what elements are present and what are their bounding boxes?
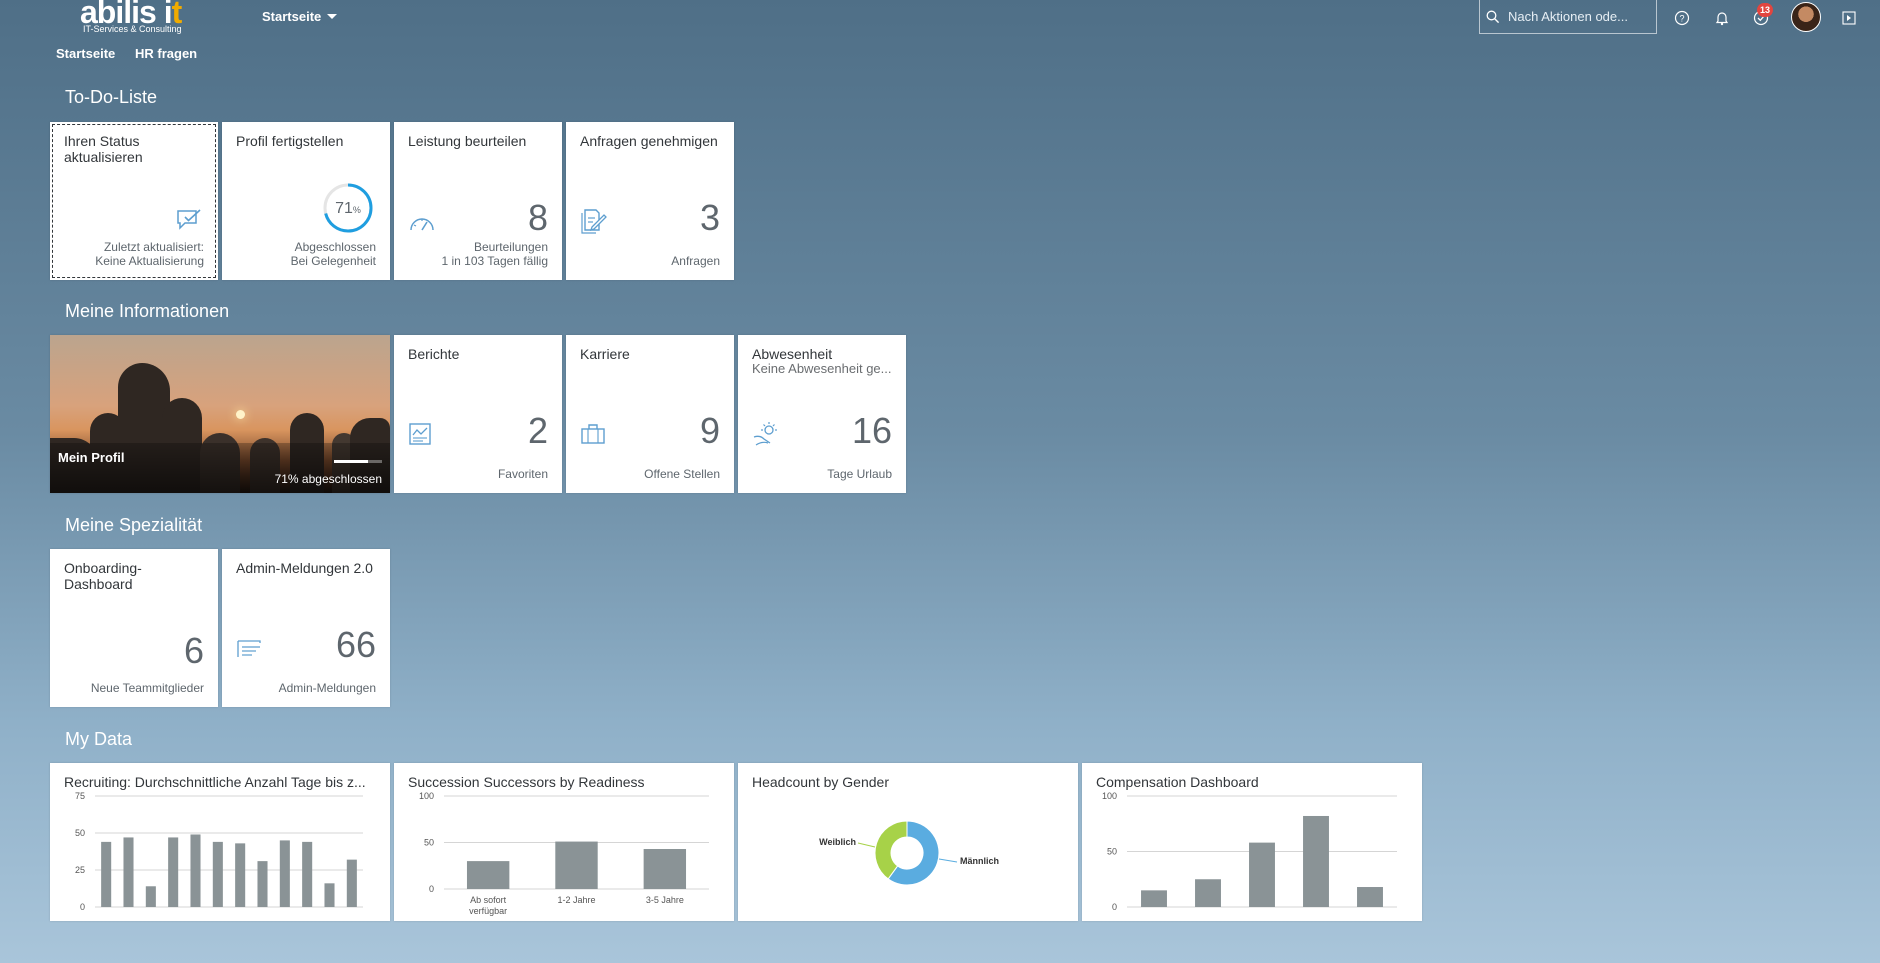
sunset-image xyxy=(236,410,245,419)
notification-badge: 13 xyxy=(1757,3,1773,17)
report-icon xyxy=(409,423,431,445)
tile-my-profile[interactable]: Mein Profil 71% abgeschlossen xyxy=(50,335,390,493)
app-title-menu[interactable]: Startseite xyxy=(262,9,338,24)
bar xyxy=(346,859,357,907)
tile-approve-requests[interactable]: Anfragen genehmigen 3 Anfragen xyxy=(566,122,734,280)
company-logo-subtitle: IT-Services & Consulting xyxy=(83,24,182,34)
tile-count: 3 xyxy=(699,197,720,238)
bar xyxy=(555,841,598,889)
section-title-specialty: Meine Spezialität xyxy=(65,515,203,535)
chart-tile-compensation[interactable]: Compensation Dashboard 100 50 0 xyxy=(1082,763,1422,921)
svg-text:?: ? xyxy=(1679,14,1684,24)
nav-link-startseite[interactable]: Startseite xyxy=(56,46,115,61)
bar xyxy=(168,837,179,907)
tile-evaluate-performance[interactable]: Leistung beurteilen 8 Beurteilungen 1 in… xyxy=(394,122,562,280)
recruiting-bar-chart: 75 50 25 0 xyxy=(75,791,363,912)
search-input[interactable] xyxy=(1506,8,1650,25)
y-tick-label: 25 xyxy=(75,865,85,875)
tile-count: 6 xyxy=(183,630,204,671)
message-list-icon xyxy=(237,640,261,657)
chart-tile-headcount-gender[interactable]: Headcount by Gender Weiblich Männlich xyxy=(738,763,1078,921)
profile-progress-value: 71 xyxy=(335,200,353,217)
section-title-my-data: My Data xyxy=(65,729,133,749)
feedback-check-icon xyxy=(177,209,201,230)
succession-bar-chart: 100 50 0 Ab sofortverfügbar 1-2 Jahre 3-5 Jah… xyxy=(419,791,709,916)
bar xyxy=(1249,842,1275,907)
y-tick-label: 100 xyxy=(1102,791,1117,801)
gender-donut-chart: Weiblich Männlich xyxy=(819,820,999,886)
pie-label: Männlich xyxy=(960,856,999,866)
bar xyxy=(466,861,510,889)
speedometer-icon xyxy=(410,218,434,231)
compensation-bar-chart: 100 50 0 xyxy=(1102,791,1397,912)
section-title-info: Meine Informationen xyxy=(65,301,230,321)
bar xyxy=(1195,879,1221,907)
bar xyxy=(101,841,112,907)
bar xyxy=(257,861,268,907)
pie-label: Weiblich xyxy=(819,837,856,847)
section-title-todo: To-Do-Liste xyxy=(65,87,158,107)
document-edit-icon xyxy=(581,209,607,234)
y-tick-label: 75 xyxy=(75,791,85,801)
tile-onboarding-dashboard[interactable]: Onboarding-Dashboard 6 Neue Teammitglied… xyxy=(50,549,218,707)
profile-progress-unit: % xyxy=(352,205,361,215)
y-tick-label: 50 xyxy=(75,828,85,838)
bar xyxy=(279,840,290,907)
tile-admin-messages[interactable]: Admin-Meldungen 2.0 66 Admin-Meldungen xyxy=(222,549,390,707)
chart-tile-recruiting[interactable]: Recruiting: Durchschnittliche Anzahl Tag… xyxy=(50,763,390,921)
tile-absence[interactable]: Abwesenheit Keine Abwesenheit ge... 16 T… xyxy=(738,335,906,493)
chart-tile-succession[interactable]: Succession Successors by Readiness 100 50… xyxy=(394,763,734,921)
x-tick-label: verfügbar xyxy=(469,906,507,916)
bar xyxy=(235,843,246,907)
tile-career[interactable]: Karriere 9 Offene Stellen xyxy=(566,335,734,493)
tile-count: 66 xyxy=(335,624,376,665)
x-tick-label: 3-5 Jahre xyxy=(646,895,684,905)
profile-name: Mein Profil xyxy=(58,450,125,465)
y-tick-label: 0 xyxy=(429,884,434,894)
y-tick-label: 100 xyxy=(419,791,434,801)
bar xyxy=(1303,815,1329,907)
expand-panel-icon[interactable] xyxy=(1840,9,1858,27)
bar xyxy=(302,841,313,907)
tile-complete-profile[interactable]: Profil fertigstellen 71% Abgeschlossen B… xyxy=(222,122,390,280)
tile-reports[interactable]: Berichte 2 Favoriten xyxy=(394,335,562,493)
y-tick-label: 0 xyxy=(80,902,85,912)
tile-count: 16 xyxy=(851,410,892,451)
y-tick-label: 50 xyxy=(1107,847,1117,857)
tile-status-update[interactable]: Ihren Status aktualisieren Zuletzt aktua… xyxy=(50,122,218,280)
vacation-sun-icon xyxy=(753,422,777,446)
profile-progress-bar xyxy=(334,460,382,463)
help-icon[interactable]: ? xyxy=(1673,9,1691,27)
briefcase-icon xyxy=(581,424,605,444)
chevron-down-icon xyxy=(327,14,338,19)
y-tick-label: 50 xyxy=(424,838,434,848)
search-icon xyxy=(1486,10,1500,23)
bar xyxy=(123,837,134,907)
bar xyxy=(190,834,201,907)
user-avatar[interactable] xyxy=(1791,2,1821,32)
tile-count: 8 xyxy=(527,197,548,238)
tile-count: 9 xyxy=(699,410,720,451)
x-tick-label: 1-2 Jahre xyxy=(557,895,595,905)
bar xyxy=(145,886,156,907)
bar xyxy=(643,849,687,889)
x-tick-label: Ab sofort xyxy=(470,895,507,905)
bar xyxy=(212,841,223,907)
bar xyxy=(324,883,335,907)
bar xyxy=(1141,890,1167,907)
pie-label-line xyxy=(857,842,876,848)
tile-count: 2 xyxy=(527,410,548,451)
pie-label-line xyxy=(938,858,958,863)
bar xyxy=(1357,887,1383,907)
y-tick-label: 0 xyxy=(1112,902,1117,912)
profile-progress-label: 71% abgeschlossen xyxy=(274,472,382,486)
search-box[interactable] xyxy=(1479,0,1657,34)
nav-link-hr-fragen[interactable]: HR fragen xyxy=(135,46,197,61)
bell-icon[interactable] xyxy=(1713,9,1731,27)
